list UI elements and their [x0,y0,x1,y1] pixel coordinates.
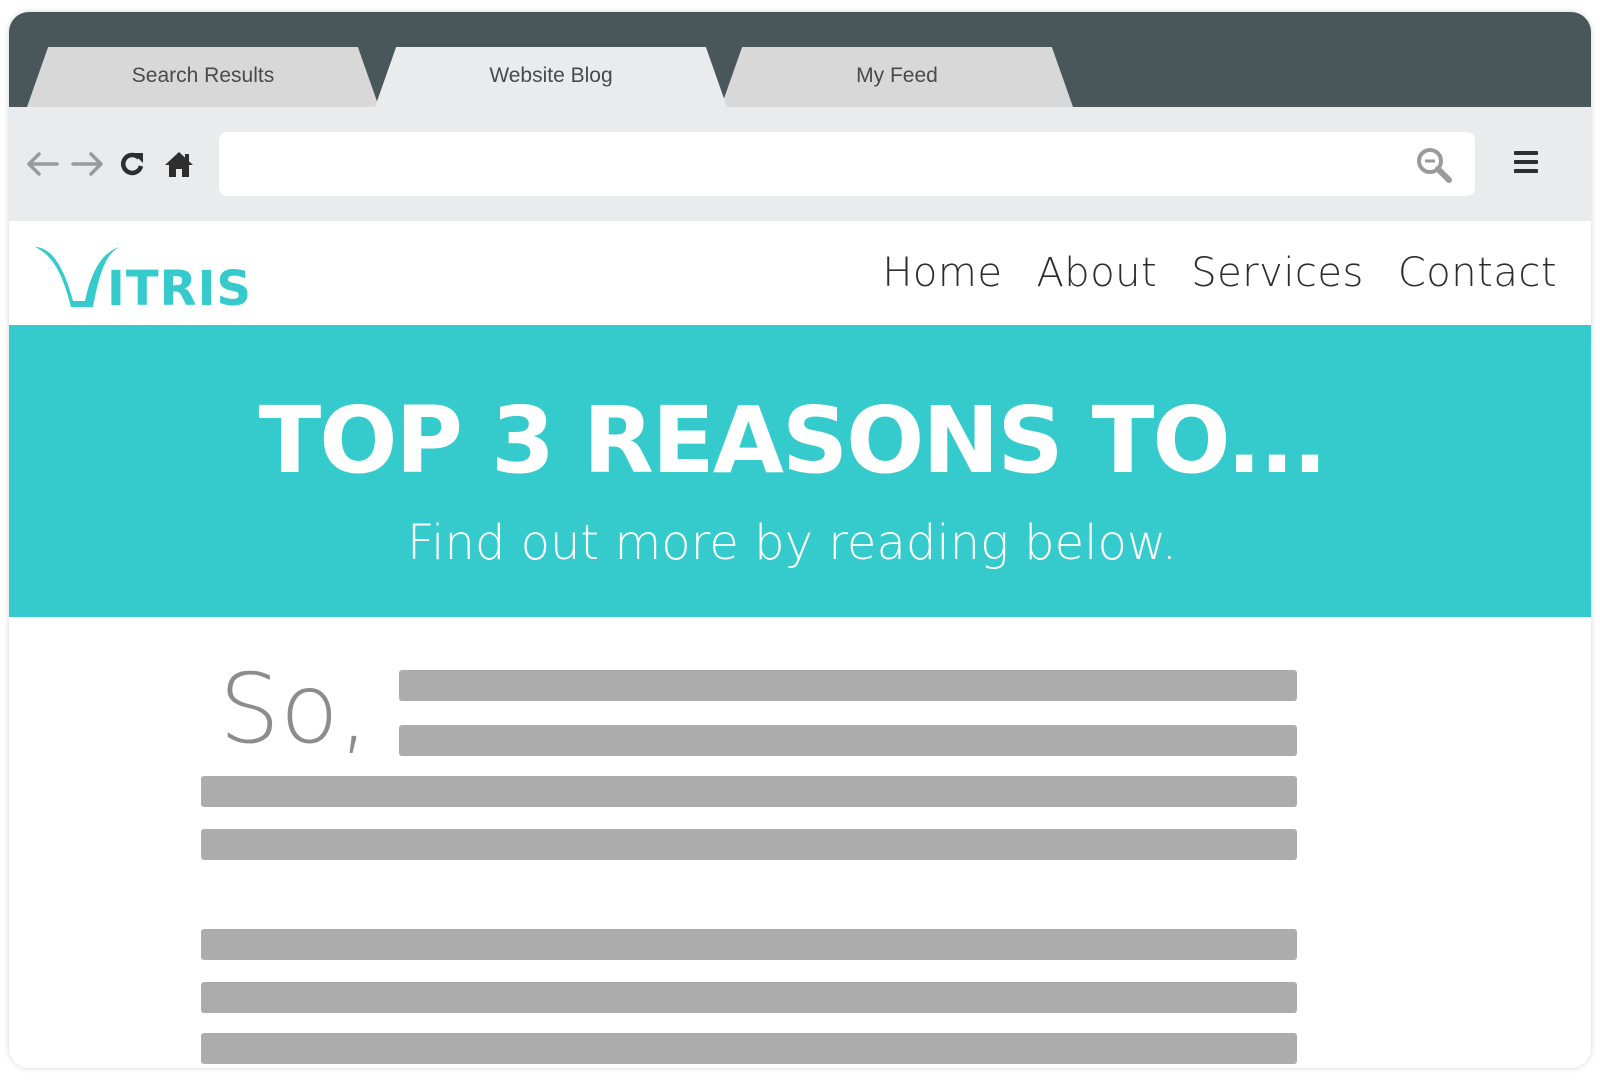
text-placeholder-line [399,725,1297,756]
hero-subtitle: Find out more by reading below. [407,515,1177,571]
nav-services[interactable]: Services [1191,243,1364,303]
address-bar[interactable] [219,132,1475,196]
tab-search-results[interactable]: Search Results [27,47,379,107]
back-arrow-icon[interactable] [23,147,61,181]
text-placeholder-line [201,776,1297,807]
browser-toolbar [9,107,1591,221]
text-placeholder-line [201,982,1297,1013]
text-placeholder-line [399,670,1297,701]
nav-home[interactable]: Home [882,243,1002,303]
text-placeholder-line [201,1033,1297,1064]
article-body: So, [9,617,1591,1068]
site-header: ITRIS Home About Services Contact [9,221,1591,325]
tab-my-feed[interactable]: My Feed [721,47,1073,107]
tab-label: Website Blog [489,64,613,87]
nav-about[interactable]: About [1036,243,1157,303]
text-placeholder-line [201,929,1297,960]
reload-icon[interactable] [113,147,151,181]
svg-text:ITRIS: ITRIS [107,261,252,309]
tab-label: My Feed [856,64,938,87]
browser-window: Search Results Website Blog My Feed ITRI… [9,12,1591,1068]
tab-website-blog[interactable]: Website Blog [375,47,727,107]
tab-bar: Search Results Website Blog My Feed [9,12,1591,107]
vitris-logo[interactable]: ITRIS [35,245,265,317]
search-icon[interactable] [1414,145,1454,185]
hero-title: TOP 3 REASONS TO... [258,387,1328,494]
text-placeholder-line [201,829,1297,860]
site-nav: Home About Services Contact [882,243,1557,303]
article-dropcap: So, [219,653,370,765]
home-icon[interactable] [160,147,198,181]
nav-contact[interactable]: Contact [1398,243,1557,303]
hamburger-menu-icon[interactable] [1512,148,1548,182]
forward-arrow-icon[interactable] [69,147,107,181]
tab-label: Search Results [131,64,275,87]
hero-banner: TOP 3 REASONS TO... Find out more by rea… [9,325,1591,617]
